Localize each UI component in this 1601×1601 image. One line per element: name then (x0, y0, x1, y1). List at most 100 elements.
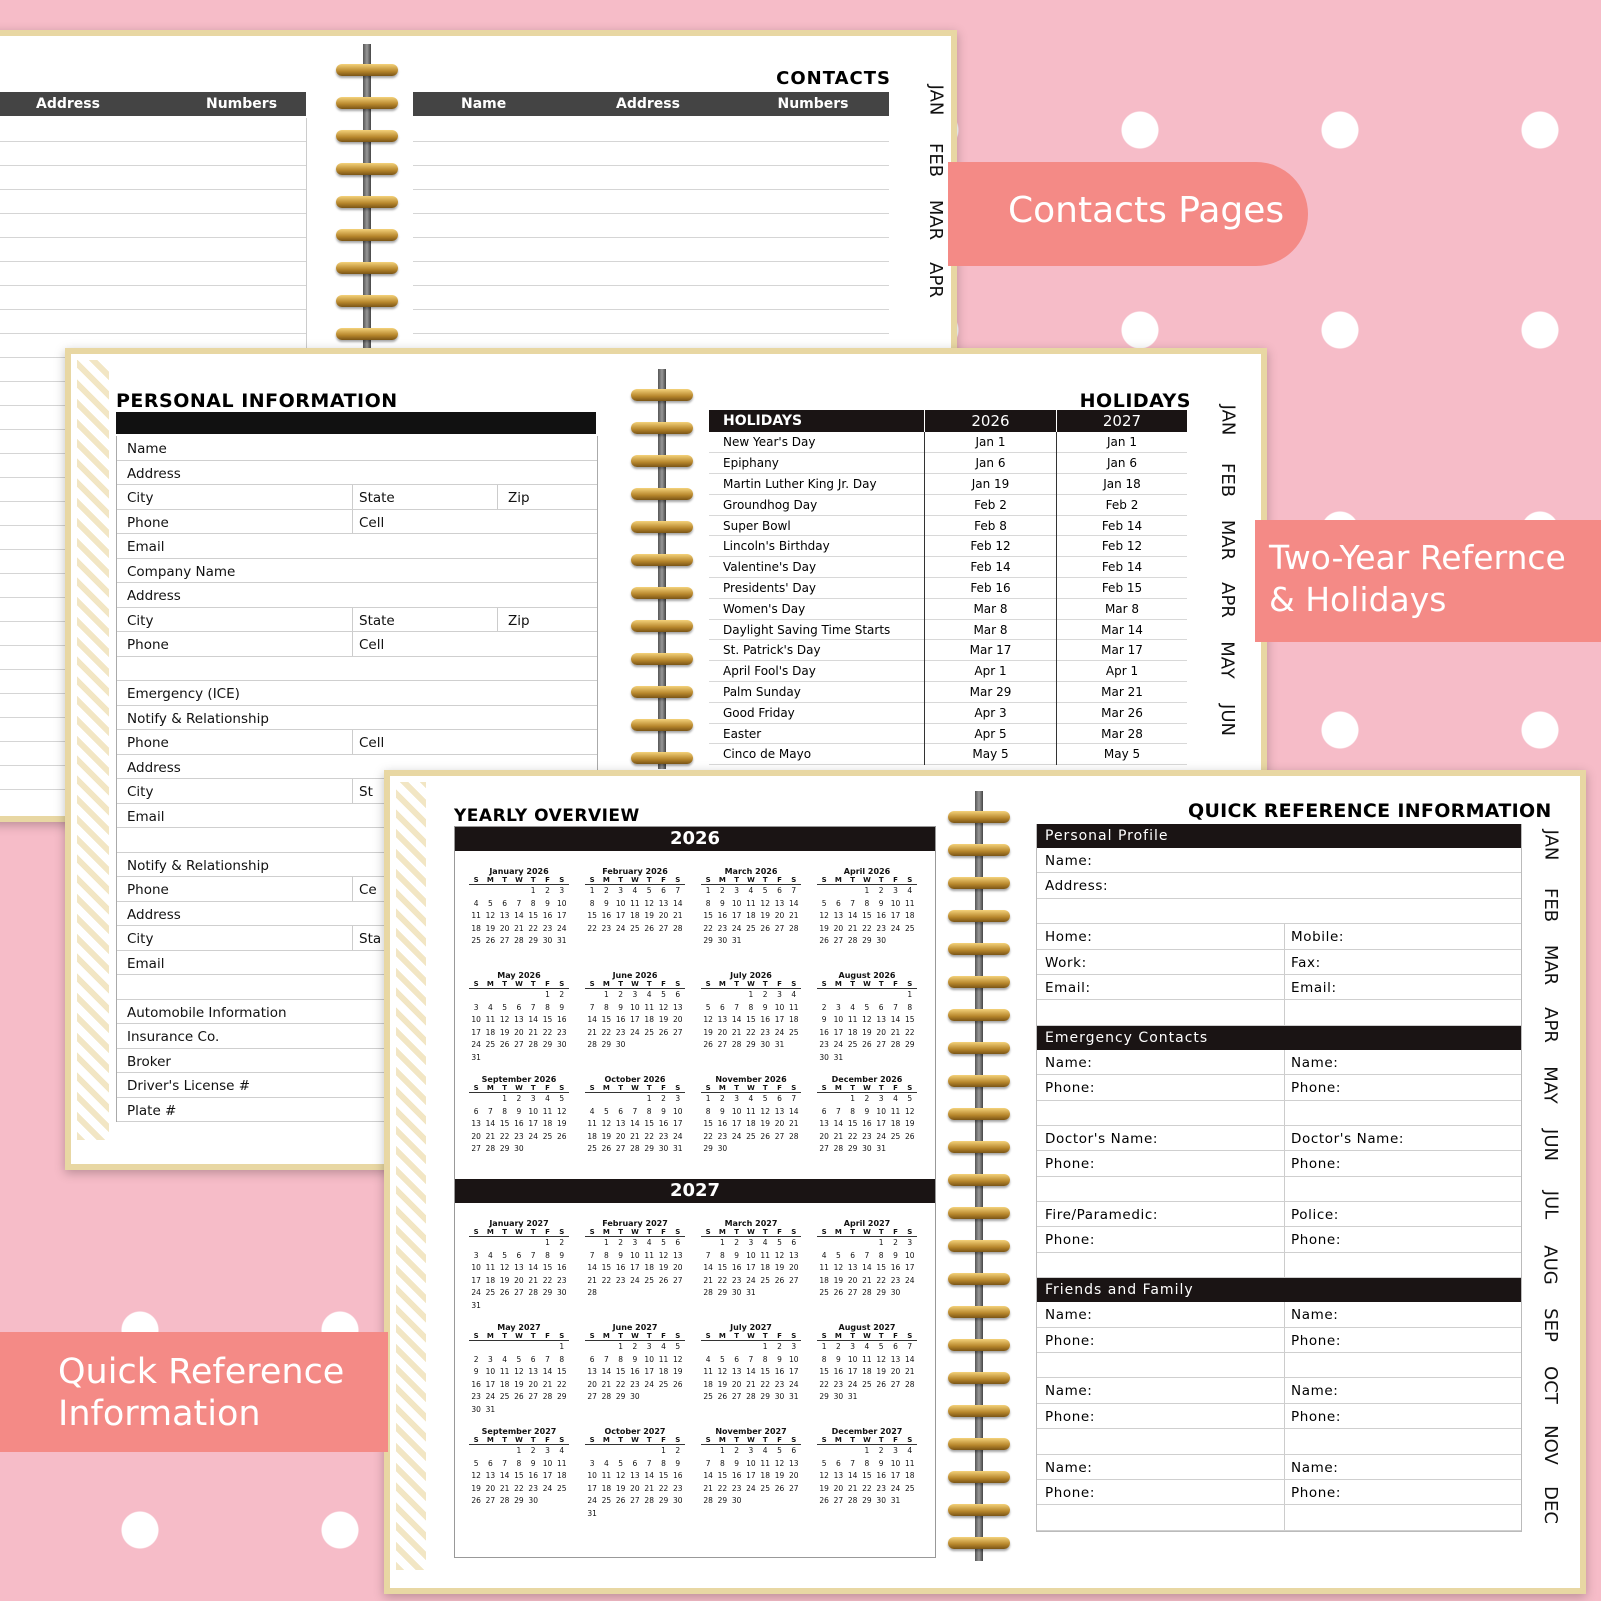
day-cell[interactable]: 22 (656, 1483, 670, 1496)
day-cell[interactable]: 10 (730, 898, 744, 911)
day-cell[interactable]: 30 (671, 1495, 685, 1508)
day-cell[interactable] (831, 1237, 845, 1250)
day-cell[interactable]: 23 (555, 1275, 569, 1288)
day-cell[interactable]: 28 (526, 1287, 540, 1300)
day-cell[interactable]: 10 (628, 1250, 642, 1263)
day-cell[interactable]: 4 (483, 1002, 497, 1015)
contacts-tab-apr[interactable]: APR (905, 262, 965, 298)
quickref-row[interactable] (1037, 1100, 1521, 1126)
day-cell[interactable]: 13 (498, 910, 512, 923)
quickref-row[interactable] (1037, 1353, 1521, 1379)
day-cell[interactable]: 20 (512, 1275, 526, 1288)
day-cell[interactable]: 21 (526, 1027, 540, 1040)
day-cell[interactable] (701, 989, 715, 1002)
day-cell[interactable]: 10 (744, 1458, 758, 1471)
day-cell[interactable]: 21 (860, 1275, 874, 1288)
day-cell[interactable] (860, 1237, 874, 1250)
day-cell[interactable]: 25 (744, 1131, 758, 1144)
day-cell[interactable]: 29 (715, 1495, 729, 1508)
day-cell[interactable]: 14 (730, 1014, 744, 1027)
day-cell[interactable]: 18 (758, 1470, 772, 1483)
day-cell[interactable]: 5 (512, 1354, 526, 1367)
quickref-row[interactable] (1037, 1429, 1521, 1455)
day-cell[interactable]: 6 (585, 1354, 599, 1367)
day-cell[interactable]: 15 (715, 1262, 729, 1275)
quickref-row[interactable]: Name: Name: (1037, 1378, 1521, 1404)
day-cell[interactable]: 6 (628, 1458, 642, 1471)
day-cell[interactable]: 25 (888, 1131, 902, 1144)
day-cell[interactable]: 9 (758, 1002, 772, 1015)
day-cell[interactable]: 20 (846, 1275, 860, 1288)
day-cell[interactable]: 16 (512, 1118, 526, 1131)
day-cell[interactable]: 6 (671, 989, 685, 1002)
day-cell[interactable]: 4 (498, 1354, 512, 1367)
day-cell[interactable]: 2 (469, 1354, 483, 1367)
day-cell[interactable]: 31 (772, 1039, 786, 1052)
day-cell[interactable]: 23 (772, 1379, 786, 1392)
day-cell[interactable]: 10 (555, 898, 569, 911)
day-cell[interactable]: 15 (498, 1118, 512, 1131)
day-cell[interactable]: 1 (540, 1237, 554, 1250)
day-cell[interactable] (599, 1341, 613, 1354)
day-cell[interactable]: 3 (469, 1250, 483, 1263)
day-cell[interactable]: 12 (701, 1014, 715, 1027)
day-cell[interactable]: 20 (715, 1027, 729, 1040)
day-cell[interactable]: 13 (526, 1366, 540, 1379)
day-cell[interactable]: 20 (772, 1118, 786, 1131)
day-cell[interactable]: 29 (614, 1391, 628, 1404)
day-cell[interactable]: 9 (715, 1106, 729, 1119)
day-cell[interactable]: 28 (888, 1039, 902, 1052)
day-cell[interactable]: 21 (512, 923, 526, 936)
day-cell[interactable]: 18 (860, 1366, 874, 1379)
day-cell[interactable]: 19 (498, 1027, 512, 1040)
day-cell[interactable]: 8 (585, 898, 599, 911)
day-cell[interactable]: 24 (846, 1379, 860, 1392)
day-cell[interactable]: 11 (555, 1458, 569, 1471)
day-cell[interactable]: 28 (701, 1287, 715, 1300)
day-cell[interactable]: 14 (903, 1354, 917, 1367)
day-cell[interactable]: 14 (526, 1014, 540, 1027)
day-cell[interactable]: 25 (483, 1287, 497, 1300)
day-cell[interactable]: 16 (831, 1366, 845, 1379)
day-cell[interactable] (483, 1237, 497, 1250)
day-cell[interactable]: 19 (772, 1470, 786, 1483)
day-cell[interactable]: 22 (599, 1027, 613, 1040)
day-cell[interactable]: 27 (888, 1379, 902, 1392)
day-cell[interactable]: 12 (498, 1262, 512, 1275)
day-cell[interactable]: 26 (860, 1039, 874, 1052)
day-cell[interactable]: 3 (555, 885, 569, 898)
day-cell[interactable]: 27 (787, 1275, 801, 1288)
day-cell[interactable]: 5 (817, 898, 831, 911)
quickref-row[interactable]: Phone: Phone: (1037, 1327, 1521, 1354)
day-cell[interactable]: 27 (772, 1131, 786, 1144)
day-cell[interactable]: 28 (671, 923, 685, 936)
day-cell[interactable]: 27 (656, 923, 670, 936)
day-cell[interactable]: 17 (831, 1027, 845, 1040)
day-cell[interactable]: 4 (846, 1002, 860, 1015)
day-cell[interactable]: 8 (701, 1106, 715, 1119)
day-cell[interactable]: 17 (628, 1262, 642, 1275)
day-cell[interactable]: 8 (498, 1106, 512, 1119)
day-cell[interactable]: 11 (540, 1106, 554, 1119)
day-cell[interactable]: 9 (599, 898, 613, 911)
day-cell[interactable]: 11 (846, 1014, 860, 1027)
day-cell[interactable] (846, 1237, 860, 1250)
day-cell[interactable]: 6 (888, 1341, 902, 1354)
day-cell[interactable]: 11 (469, 910, 483, 923)
day-cell[interactable]: 7 (903, 1341, 917, 1354)
middle-tab-jan[interactable]: JAN (1197, 405, 1257, 436)
day-cell[interactable]: 7 (860, 1250, 874, 1263)
day-cell[interactable]: 8 (744, 1002, 758, 1015)
day-cell[interactable]: 9 (730, 1250, 744, 1263)
quickref-row[interactable]: Phone: Phone: (1037, 1403, 1521, 1430)
day-cell[interactable]: 28 (512, 935, 526, 948)
day-cell[interactable]: 16 (656, 1118, 670, 1131)
day-cell[interactable]: 21 (642, 1483, 656, 1496)
day-cell[interactable]: 3 (483, 1354, 497, 1367)
day-cell[interactable]: 23 (512, 1131, 526, 1144)
day-cell[interactable]: 19 (555, 1118, 569, 1131)
day-cell[interactable]: 12 (715, 1366, 729, 1379)
day-cell[interactable]: 19 (715, 1379, 729, 1392)
day-cell[interactable]: 17 (671, 1118, 685, 1131)
day-cell[interactable]: 11 (903, 898, 917, 911)
